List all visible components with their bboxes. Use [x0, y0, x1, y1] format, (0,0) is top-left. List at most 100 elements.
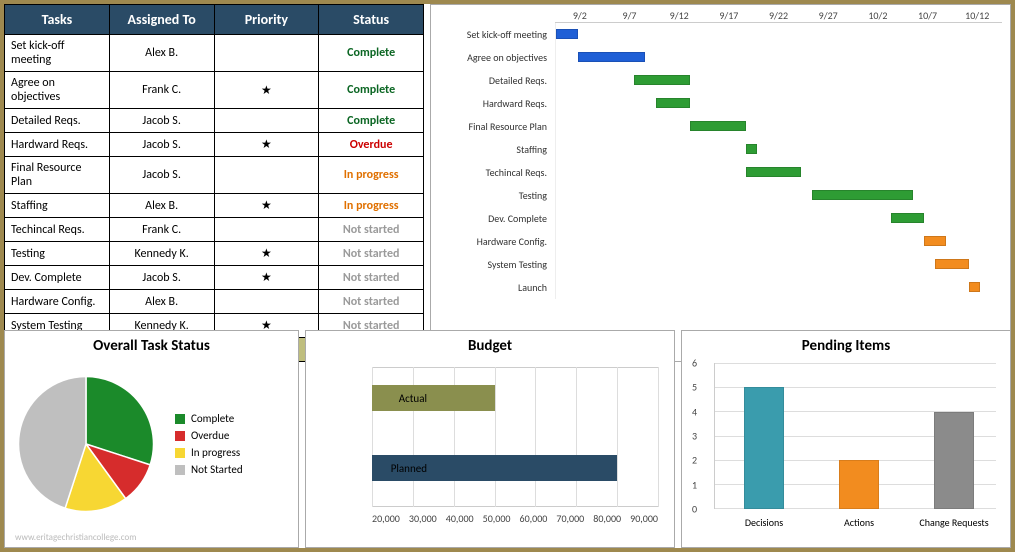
- status-cell: In progress: [319, 157, 424, 194]
- priority-cell: [214, 157, 319, 194]
- priority-cell: [214, 218, 319, 242]
- gantt-row: Agree on objectives: [435, 46, 1002, 69]
- legend-item: Overdue: [175, 429, 243, 442]
- gantt-tick: 9/7: [605, 9, 655, 22]
- axis-tick: 1: [692, 478, 697, 491]
- gantt-row: Hardware Config.: [435, 230, 1002, 253]
- table-row[interactable]: Techincal Reqs.Frank C.Not started: [5, 218, 424, 242]
- axis-tick: 30,000: [409, 512, 437, 525]
- table-header: Priority: [214, 5, 319, 35]
- gantt-row: Staffing: [435, 138, 1002, 161]
- gantt-panel: 9/29/79/129/179/229/2710/210/710/12 Set …: [430, 4, 1011, 362]
- pie-title: Overall Task Status: [11, 337, 292, 355]
- table-row[interactable]: Hardware Config.Alex B.Not started: [5, 290, 424, 314]
- gantt-label: Techincal Reqs.: [435, 166, 555, 179]
- gantt-bar: [924, 236, 946, 246]
- gantt-tick: 10/2: [853, 9, 903, 22]
- task-cell: Hardward Reqs.: [5, 133, 110, 157]
- axis-tick: 50,000: [483, 512, 511, 525]
- top-row: TasksAssigned ToPriorityStatus Set kick-…: [4, 4, 1011, 324]
- gantt-tick: 9/27: [803, 9, 853, 22]
- gantt-label: Detailed Reqs.: [435, 74, 555, 87]
- priority-cell: ★: [214, 266, 319, 290]
- budget-label-actual: Actual: [372, 392, 427, 405]
- pending-title: Pending Items: [688, 337, 1004, 355]
- gantt-bar: [690, 121, 746, 131]
- gantt-tick: 9/22: [754, 9, 804, 22]
- assigned-cell: Jacob S.: [109, 109, 214, 133]
- legend-label: Complete: [191, 412, 234, 425]
- table-row[interactable]: Dev. CompleteJacob S.★Not started: [5, 266, 424, 290]
- table-row[interactable]: Hardward Reqs.Jacob S.★Overdue: [5, 133, 424, 157]
- priority-cell: ★: [214, 133, 319, 157]
- priority-cell: ★: [214, 194, 319, 218]
- pending-chart: 0 1 2 3 4 5 6 Decisions Actions Change Requests: [688, 359, 1004, 535]
- axis-label: Actions: [814, 516, 904, 529]
- gantt-label: System Testing: [435, 258, 555, 271]
- axis-tick: 90,000: [630, 512, 658, 525]
- task-cell: Hardware Config.: [5, 290, 110, 314]
- gantt-tick: 10/12: [952, 9, 1002, 22]
- priority-cell: [214, 290, 319, 314]
- budget-panel: Budget Actual Planned 20,00030,00040,000…: [305, 330, 675, 548]
- axis-tick: 40,000: [446, 512, 474, 525]
- gantt-row: Detailed Reqs.: [435, 69, 1002, 92]
- axis-tick: 5: [692, 381, 697, 394]
- table-header: Assigned To: [109, 5, 214, 35]
- assigned-cell: Kennedy K.: [109, 242, 214, 266]
- assigned-cell: Alex B.: [109, 290, 214, 314]
- axis-tick: 3: [692, 430, 697, 443]
- gantt-chart: 9/29/79/129/179/229/2710/210/710/12 Set …: [435, 9, 1002, 357]
- gantt-row: Hardward Reqs.: [435, 92, 1002, 115]
- status-cell: Complete: [319, 72, 424, 109]
- budget-label-planned: Planned: [372, 462, 427, 475]
- gantt-label: Testing: [435, 189, 555, 202]
- assigned-cell: Jacob S.: [109, 266, 214, 290]
- priority-cell: ★: [214, 72, 319, 109]
- axis-tick: 70,000: [556, 512, 584, 525]
- legend-label: Overdue: [191, 429, 229, 442]
- pie-legend: Complete Overdue In progress Not Started: [175, 408, 243, 480]
- assigned-cell: Jacob S.: [109, 157, 214, 194]
- legend-item: Not Started: [175, 463, 243, 476]
- priority-cell: [214, 35, 319, 72]
- axis-label: Change Requests: [909, 516, 999, 529]
- legend-swatch: [175, 431, 185, 441]
- gantt-bar: [634, 75, 690, 85]
- axis-tick: 2: [692, 454, 697, 467]
- table-row[interactable]: Agree on objectivesFrank C.★Complete: [5, 72, 424, 109]
- gantt-tick: 9/2: [555, 9, 605, 22]
- table-row[interactable]: TestingKennedy K.★Not started: [5, 242, 424, 266]
- assigned-cell: Alex B.: [109, 194, 214, 218]
- axis-tick: 6: [692, 357, 697, 370]
- task-table-panel: TasksAssigned ToPriorityStatus Set kick-…: [4, 4, 424, 362]
- axis-tick: 0: [692, 503, 697, 516]
- gantt-row: Set kick-off meeting: [435, 23, 1002, 46]
- task-cell: Detailed Reqs.: [5, 109, 110, 133]
- table-row[interactable]: Final Resource PlanJacob S.In progress: [5, 157, 424, 194]
- gantt-bar: [578, 52, 645, 62]
- gantt-bar: [656, 98, 689, 108]
- axis-tick: 4: [692, 405, 697, 418]
- gantt-bar: [556, 29, 578, 39]
- pending-bar: [744, 387, 784, 509]
- gantt-bar: [812, 190, 912, 200]
- legend-item: Complete: [175, 412, 243, 425]
- gantt-row: System Testing: [435, 253, 1002, 276]
- legend-swatch: [175, 465, 185, 475]
- table-header: Tasks: [5, 5, 110, 35]
- task-table: TasksAssigned ToPriorityStatus Set kick-…: [4, 4, 424, 362]
- legend-label: Not Started: [191, 463, 243, 476]
- axis-label: Decisions: [719, 516, 809, 529]
- gantt-tick: 9/17: [704, 9, 754, 22]
- gantt-tick: 9/12: [654, 9, 704, 22]
- priority-cell: [214, 109, 319, 133]
- table-row[interactable]: Detailed Reqs.Jacob S.Complete: [5, 109, 424, 133]
- table-row[interactable]: StaffingAlex B.★In progress: [5, 194, 424, 218]
- gantt-label: Set kick-off meeting: [435, 28, 555, 41]
- task-cell: Techincal Reqs.: [5, 218, 110, 242]
- gantt-tick: 10/7: [903, 9, 953, 22]
- table-row[interactable]: Set kick-off meetingAlex B.Complete: [5, 35, 424, 72]
- legend-item: In progress: [175, 446, 243, 459]
- status-cell: Overdue: [319, 133, 424, 157]
